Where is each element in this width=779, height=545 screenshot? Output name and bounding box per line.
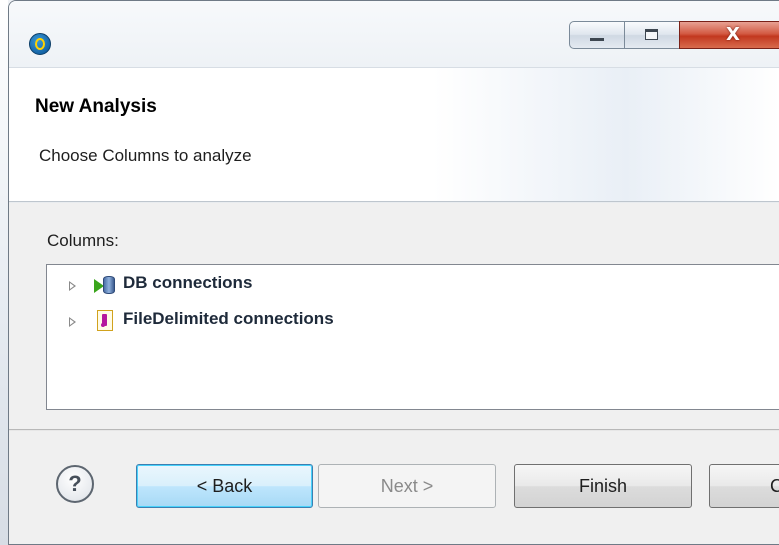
back-button[interactable]: < Back xyxy=(136,464,313,508)
title-bar: X xyxy=(9,1,779,67)
finish-button[interactable]: Finish xyxy=(514,464,692,508)
page-title: New Analysis xyxy=(35,96,157,117)
close-icon: X xyxy=(726,24,740,45)
new-analysis-dialog: X New Analysis Choose Columns to analyze… xyxy=(8,0,779,545)
help-button[interactable]: ? xyxy=(56,465,94,503)
tree-item-label: DB connections xyxy=(123,273,253,292)
db-connection-icon xyxy=(94,275,116,295)
cancel-button[interactable]: C xyxy=(709,464,779,508)
talend-logo-icon xyxy=(29,33,51,55)
file-delimited-icon xyxy=(97,310,113,331)
maximize-icon xyxy=(645,29,658,40)
expand-arrow-icon[interactable] xyxy=(69,317,76,327)
close-button[interactable]: X xyxy=(679,21,779,49)
wizard-footer: ? < Back Next > Finish C xyxy=(9,431,779,544)
expand-arrow-icon[interactable] xyxy=(69,281,76,291)
next-button[interactable]: Next > xyxy=(318,464,496,508)
minimize-icon xyxy=(590,38,604,41)
window-controls: X xyxy=(569,21,779,49)
wizard-header: New Analysis Choose Columns to analyze xyxy=(9,67,779,202)
columns-label: Columns: xyxy=(47,231,119,250)
tree-item-filedelimited-connections[interactable]: FileDelimited connections xyxy=(47,307,747,335)
minimize-button[interactable] xyxy=(569,21,625,49)
maximize-button[interactable] xyxy=(624,21,680,49)
columns-tree[interactable]: DB connections FileDelimited connections xyxy=(46,264,779,410)
desktop-background xyxy=(0,0,8,545)
tree-item-label: FileDelimited connections xyxy=(123,309,334,328)
wizard-content: Columns: DB connections FileDelimited co… xyxy=(9,203,779,429)
page-description: Choose Columns to analyze xyxy=(39,146,252,165)
tree-item-db-connections[interactable]: DB connections xyxy=(47,271,747,299)
